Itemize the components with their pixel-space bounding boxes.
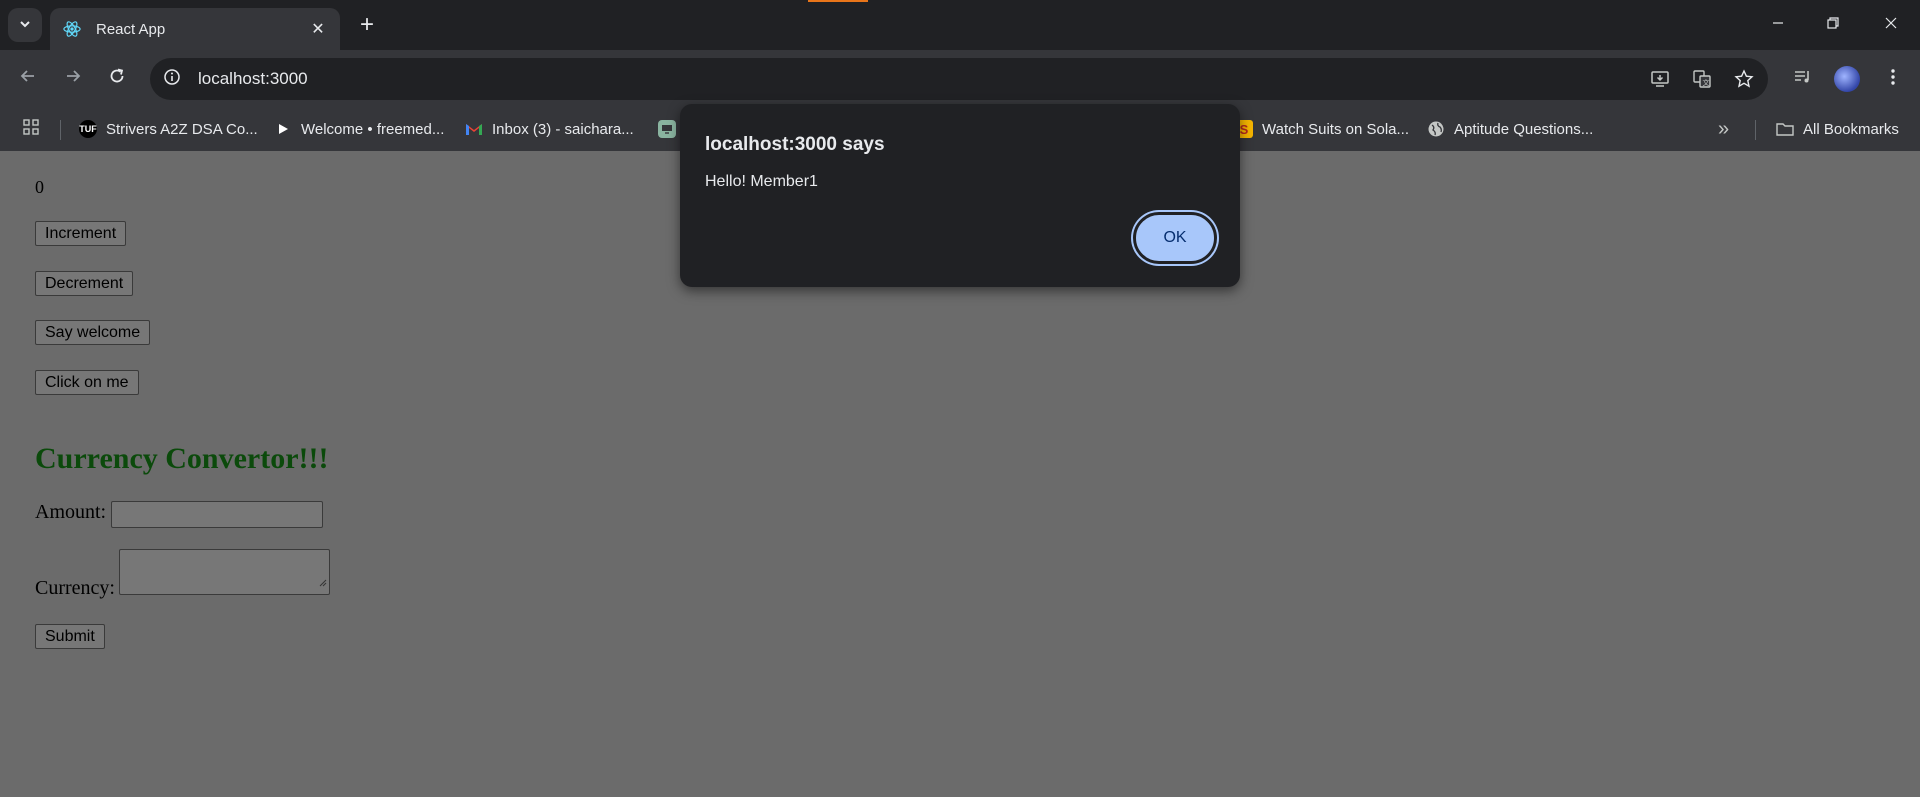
playlist-icon <box>1793 67 1813 92</box>
avatar <box>1834 66 1860 92</box>
bookmark-aptitude[interactable]: Aptitude Questions... <box>1427 116 1593 142</box>
all-bookmarks-label: All Bookmarks <box>1803 120 1899 138</box>
increment-button[interactable]: Increment <box>35 221 127 246</box>
arrow-right-icon <box>64 67 82 91</box>
dialog-title: localhost:3000 says <box>705 134 885 155</box>
forward-button[interactable] <box>56 62 90 96</box>
tab-title: React App <box>96 20 166 38</box>
tab-react-app[interactable]: React App ✕ <box>50 8 340 50</box>
bookmark-inbox[interactable]: Inbox (3) - saichara... <box>465 116 634 142</box>
ok-button[interactable]: OK <box>1133 212 1217 264</box>
bookmark-label: Aptitude Questions... <box>1454 120 1594 138</box>
bookmark-suits[interactable]: S Watch Suits on Sola... <box>1235 116 1409 142</box>
tab-indicator <box>808 0 868 2</box>
minimize-button[interactable] <box>1755 8 1801 42</box>
amount-label: Amount: <box>35 501 107 523</box>
folder-icon <box>1776 120 1794 138</box>
dialog-message: Hello! Member1 <box>705 173 818 190</box>
apps-button[interactable] <box>22 116 40 142</box>
click-on-me-button[interactable]: Click on me <box>35 370 139 395</box>
say-welcome-button[interactable]: Say welcome <box>35 320 151 345</box>
bookmark-strivers[interactable]: TUF Strivers A2Z DSA Co... <box>79 116 258 142</box>
decrement-button[interactable]: Decrement <box>35 271 134 296</box>
toolbar: localhost:3000 文 <box>0 50 1920 108</box>
globe-icon <box>1427 120 1445 138</box>
profile-button[interactable] <box>1830 62 1864 96</box>
media-controls-button[interactable] <box>1786 62 1820 96</box>
close-icon[interactable]: ✕ <box>308 19 328 39</box>
bookmarks-divider <box>1755 120 1756 140</box>
bookmark-label: Watch Suits on Sola... <box>1262 120 1410 138</box>
bookmark-freemed[interactable]: Welcome • freemed... <box>274 116 444 142</box>
bookmark-label: Inbox (3) - saichara... <box>492 120 634 138</box>
arrow-left-icon <box>19 67 37 91</box>
bookmark-label: Welcome • freemed... <box>301 120 445 138</box>
more-vert-icon <box>1890 68 1896 91</box>
address-bar[interactable]: localhost:3000 文 <box>150 58 1768 100</box>
bookmark-label: Strivers A2Z DSA Co... <box>106 120 258 138</box>
plus-icon: + <box>359 11 374 38</box>
alert-dialog: localhost:3000 says Hello! Member1 OK <box>680 104 1240 287</box>
bookmarks-overflow-button[interactable]: » <box>1718 116 1729 142</box>
double-chevron-icon: » <box>1718 117 1730 140</box>
play-icon <box>274 120 292 138</box>
bookmarks-divider <box>60 120 61 140</box>
close-window-button[interactable] <box>1868 8 1914 42</box>
star-icon[interactable] <box>1730 65 1758 93</box>
new-tab-button[interactable]: + <box>352 10 382 40</box>
amount-input[interactable] <box>111 501 323 528</box>
restore-icon <box>1826 16 1840 35</box>
resize-grip-icon[interactable] <box>319 574 327 592</box>
gmail-icon <box>465 120 483 138</box>
menu-button[interactable] <box>1876 62 1910 96</box>
currency-textarea[interactable] <box>119 549 330 595</box>
info-icon <box>163 68 181 91</box>
reload-icon <box>108 67 126 91</box>
page-title: Currency Convertor!!! <box>35 442 329 475</box>
url-text: localhost:3000 <box>198 69 308 88</box>
restore-button[interactable] <box>1810 8 1856 42</box>
counter-value: 0 <box>35 177 44 197</box>
install-app-icon[interactable] <box>1646 65 1674 93</box>
reload-button[interactable] <box>100 62 134 96</box>
currency-label: Currency: <box>35 577 115 599</box>
svg-text:文: 文 <box>1703 78 1710 87</box>
submit-button[interactable]: Submit <box>35 624 105 649</box>
all-bookmarks-button[interactable]: All Bookmarks <box>1776 116 1899 142</box>
tuf-icon: TUF <box>79 120 97 138</box>
site-info-button[interactable] <box>154 61 190 97</box>
minimize-icon <box>1771 16 1785 35</box>
chevron-down-icon <box>18 17 32 34</box>
translate-icon[interactable]: 文 <box>1688 65 1716 93</box>
react-icon <box>62 19 82 39</box>
back-button[interactable] <box>11 62 45 96</box>
close-icon <box>1884 16 1898 35</box>
monitor-icon <box>658 120 676 138</box>
apps-grid-icon <box>22 118 40 140</box>
tab-search-button[interactable] <box>8 8 42 42</box>
tab-strip: React App ✕ + <box>0 0 1920 50</box>
